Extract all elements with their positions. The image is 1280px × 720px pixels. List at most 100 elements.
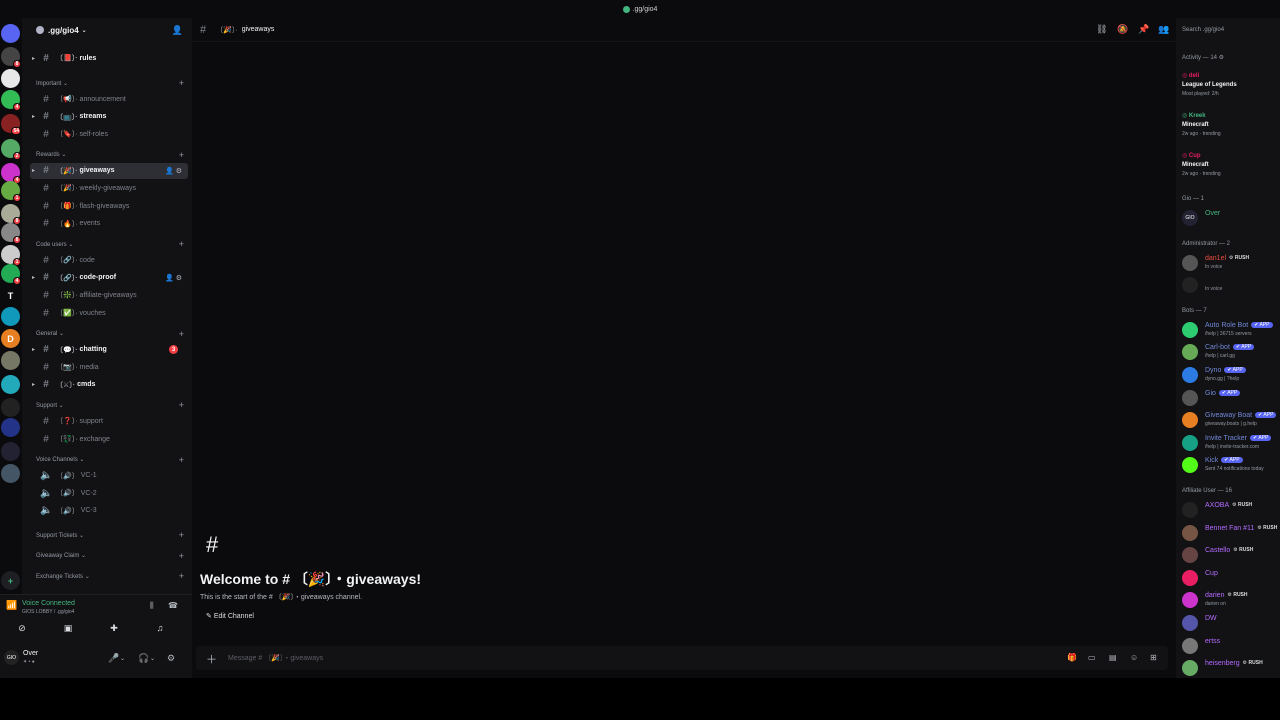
member-item[interactable]: Bennet Fan #11 ⚙ RUSH — [1182, 523, 1280, 543]
member-item[interactable]: Invite Tracker ✔ APP/help | invite-tracke… — [1182, 433, 1280, 453]
pin-icon[interactable]: 📌 — [1138, 24, 1149, 35]
avatar[interactable] — [1182, 254, 1198, 271]
signal-icon[interactable]: 📶 — [6, 600, 17, 611]
channel-cmds[interactable]: ▸ # 〔⚔〕· cmds — [30, 377, 188, 393]
activity-game[interactable]: League of Legends — [1182, 82, 1237, 88]
category-rewards[interactable]: Rewards ⌄ + — [36, 149, 184, 161]
server-icon[interactable] — [1, 351, 20, 370]
avatar[interactable] — [1182, 434, 1198, 451]
avatar[interactable] — [1182, 321, 1198, 338]
avatar[interactable] — [1182, 547, 1198, 564]
channel-code-proof[interactable]: ▸ # 〔🔗〕· code-proof 👤 ⚙ — [30, 270, 188, 286]
channel-streams[interactable]: ▸ # 〔📺〕· streams — [30, 109, 188, 125]
voice-status[interactable]: Voice Connected — [22, 600, 75, 607]
chevron-right-icon[interactable]: ▸ — [30, 167, 37, 174]
avatar[interactable] — [1182, 344, 1198, 361]
channel-giveaways[interactable]: ▸ # 〔🎉〕· giveaways 👤 ⚙ — [30, 162, 188, 179]
channel-announcement[interactable]: # 〔📢〕· announcement — [30, 91, 188, 107]
avatar[interactable] — [1182, 637, 1198, 654]
member-list-icon[interactable]: 👥 — [1158, 24, 1169, 35]
activities-button[interactable]: ✚ — [104, 621, 124, 635]
server-icon[interactable]: T — [1, 286, 20, 305]
channel-rules[interactable]: ▸ # 〔📕〕· rules — [30, 50, 188, 66]
apps-icon[interactable]: ⊞ — [1150, 653, 1157, 662]
member-item[interactable]: AXOBA ⚙ RUSH — [1182, 500, 1280, 520]
disconnect-icon[interactable]: ☎ — [168, 601, 178, 610]
avatar[interactable] — [1182, 524, 1198, 541]
create-channel-icon[interactable]: + — [179, 455, 184, 465]
notification-bell-icon[interactable]: 🔕 — [1117, 24, 1128, 35]
category-important[interactable]: Important ⌄ + — [36, 77, 184, 89]
avatar[interactable] — [1182, 412, 1198, 429]
category-general[interactable]: General ⌄ + — [36, 328, 184, 340]
threads-icon[interactable]: ⛓ — [1096, 24, 1107, 35]
server-icon[interactable]: 2 — [1, 139, 21, 160]
sticker-icon[interactable]: ▤ — [1109, 653, 1117, 662]
channel-settings-icon[interactable]: 👤 ⚙ — [165, 167, 182, 175]
member-item[interactable]: Dyno ✔ APP dyno.gg | ?help — [1182, 365, 1280, 385]
gift-icon[interactable]: 🎁 — [1067, 653, 1077, 662]
create-channel-icon[interactable]: + — [179, 551, 184, 561]
member-item[interactable]: In voice — [1182, 275, 1280, 295]
member-item[interactable]: Gio ✔ APP — [1182, 388, 1280, 408]
member-item[interactable]: ertss — [1182, 636, 1280, 656]
server-icon[interactable] — [1, 464, 20, 483]
category-voice-channels[interactable]: Voice Channels ⌄ + — [36, 454, 184, 466]
member-item[interactable]: darien ⚙ RUSH darien on — [1182, 590, 1280, 610]
create-channel-icon[interactable]: + — [179, 530, 184, 540]
activity-header[interactable]: Activity — 14 ⚙ — [1182, 54, 1224, 61]
create-channel-icon[interactable]: + — [179, 78, 184, 88]
gear-icon[interactable]: ⚙ — [167, 653, 175, 664]
avatar[interactable] — [1182, 367, 1198, 383]
server-icon[interactable] — [1, 307, 20, 326]
category-giveaway-claim[interactable]: Giveaway Claim ⌄ + — [36, 550, 184, 562]
attach-plus-icon[interactable]: ＋ — [206, 651, 217, 667]
avatar[interactable] — [1182, 592, 1198, 609]
member-item[interactable]: GIO Over — [1182, 208, 1280, 228]
create-channel-icon[interactable]: + — [179, 329, 184, 339]
member-item[interactable]: DW — [1182, 613, 1280, 633]
avatar[interactable]: GIO — [4, 650, 19, 665]
server-icon[interactable]: 8 — [1, 47, 21, 68]
server-icon[interactable]: 4 — [1, 90, 21, 111]
server-icon[interactable] — [1, 418, 20, 437]
server-icon[interactable]: 4 — [1, 264, 21, 285]
channel-media[interactable]: # 〔📷〕· media — [30, 359, 188, 375]
server-icon[interactable]: 1 — [1, 245, 21, 266]
chevron-right-icon[interactable]: ▸ — [30, 346, 37, 353]
voice-channel[interactable]: GIOS LOBBY / .gg/gio4 — [22, 609, 74, 615]
emoji-icon[interactable]: ☺ — [1130, 653, 1138, 662]
create-channel-icon[interactable]: + — [179, 150, 184, 160]
channel-chatting[interactable]: ▸ # 〔💬〕· chatting 3 — [30, 342, 188, 358]
discord-home-icon[interactable] — [1, 24, 20, 43]
noise-suppression-icon[interactable]: ⫼ — [150, 601, 154, 611]
server-icon[interactable]: 4 — [1, 163, 21, 184]
user-name[interactable]: Over — [23, 650, 38, 657]
chevron-down-icon[interactable]: ⌄ — [150, 655, 155, 662]
channel-affiliate-giveaways[interactable]: # 〔❇️〕· affiliate-giveaways — [30, 287, 188, 303]
server-icon[interactable]: 8 — [1, 204, 21, 225]
activity-game[interactable]: Minecraft — [1182, 122, 1209, 128]
avatar[interactable] — [1182, 457, 1198, 474]
avatar[interactable] — [1182, 569, 1198, 586]
channel-self-roles[interactable]: # 〔🔖〕· self-roles — [30, 126, 188, 142]
member-item[interactable]: Carl-bot ✔ APP/help | carl.gg — [1182, 342, 1280, 362]
message-input[interactable]: Message # 〔🎉〕・giveaways — [228, 653, 323, 663]
activity-user[interactable]: ◎ Kreek — [1182, 112, 1206, 119]
channel-events[interactable]: # 〔🔥〕· events — [30, 216, 188, 232]
create-channel-icon[interactable]: + — [179, 239, 184, 249]
microphone-icon[interactable]: 🎤 — [108, 653, 119, 664]
server-icon[interactable]: 54 — [1, 114, 21, 135]
chevron-right-icon[interactable]: ▸ — [30, 274, 37, 281]
invite-people-icon[interactable]: 👤 — [172, 25, 183, 36]
member-item[interactable]: Kick ✔ APP Sent 74 notifications today — [1182, 455, 1280, 475]
search-input[interactable]: Search .gg/gio4 — [1180, 23, 1280, 37]
create-channel-icon[interactable]: + — [179, 571, 184, 581]
guild-header[interactable]: .gg/gio4 ⌄ 👤 — [22, 18, 192, 42]
server-icon[interactable] — [1, 375, 20, 394]
avatar[interactable] — [1182, 615, 1198, 631]
avatar[interactable] — [1182, 502, 1198, 518]
channel-VC-1[interactable]: 🔈 〔🔊〕 VC-1 — [30, 468, 188, 484]
category-support[interactable]: Support ⌄ + — [36, 399, 184, 411]
avatar[interactable] — [1182, 277, 1198, 294]
